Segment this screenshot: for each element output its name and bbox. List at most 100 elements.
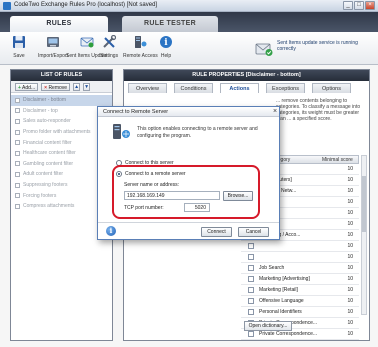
- category-score[interactable]: 10: [337, 232, 353, 238]
- remove-rule-button[interactable]: × Remove: [41, 82, 71, 91]
- move-up-button[interactable]: ▲: [73, 82, 81, 91]
- floppy-disk-icon: [13, 36, 25, 48]
- category-score[interactable]: 10: [337, 177, 353, 183]
- scrollbar-thumb[interactable]: [362, 176, 366, 232]
- category-checkbox[interactable]: [248, 298, 254, 304]
- rule-checkbox[interactable]: [15, 108, 20, 114]
- settings-label: Settings: [100, 53, 119, 59]
- table-row[interactable]: 10: [241, 252, 359, 263]
- browse-button[interactable]: Browse...: [223, 191, 253, 201]
- settings-button[interactable]: Settings: [100, 35, 118, 59]
- category-score[interactable]: 10: [337, 254, 353, 260]
- remote-access-label: Remote Access: [123, 53, 158, 59]
- rule-checkbox[interactable]: [15, 161, 20, 167]
- connect-remote-server-option[interactable]: Connect to a remote server: [116, 170, 186, 178]
- rules-toolbar: + Add... × Remove ▲ ▼: [11, 81, 112, 93]
- table-row[interactable]: Offensive Language 10: [241, 296, 359, 307]
- rule-checkbox[interactable]: [15, 97, 20, 103]
- tab-rules[interactable]: RULES: [10, 16, 108, 32]
- category-checkbox[interactable]: [248, 254, 254, 260]
- rule-item[interactable]: Disclaimer - bottom: [11, 95, 112, 106]
- category-name: Personal Identifiers: [259, 309, 302, 315]
- table-row[interactable]: Marketing [Advertising] 10: [241, 274, 359, 285]
- rule-checkbox[interactable]: [15, 203, 20, 209]
- app-icon: [3, 2, 11, 10]
- tab-actions[interactable]: Actions: [220, 83, 259, 93]
- tab-overview[interactable]: Overview: [128, 83, 167, 93]
- rule-checkbox[interactable]: [15, 140, 20, 146]
- category-scrollbar[interactable]: [361, 155, 367, 315]
- rule-checkbox[interactable]: [15, 193, 20, 199]
- category-checkbox[interactable]: [248, 243, 254, 249]
- category-score[interactable]: 10: [337, 221, 353, 227]
- table-row[interactable]: Job Search 10: [241, 263, 359, 274]
- add-rule-button[interactable]: + Add...: [15, 82, 39, 91]
- server-address-input[interactable]: [124, 191, 220, 200]
- open-dictionary-button[interactable]: Open dictionary...: [244, 321, 292, 331]
- category-score[interactable]: 10: [337, 287, 353, 293]
- help-button[interactable]: i Help: [159, 35, 173, 59]
- category-name: Marketing [Advertising]: [259, 276, 310, 282]
- category-score[interactable]: 10: [337, 265, 353, 271]
- category-checkbox[interactable]: [248, 276, 254, 282]
- tab-exceptions[interactable]: Exceptions: [266, 83, 305, 93]
- category-score[interactable]: 10: [337, 298, 353, 304]
- minimize-button[interactable]: _: [343, 1, 353, 10]
- tab-options[interactable]: Options: [312, 83, 351, 93]
- tcp-port-label: TCP port number:: [124, 205, 164, 211]
- close-window-button[interactable]: ×: [365, 1, 375, 10]
- import-export-button[interactable]: Import/Export: [38, 35, 68, 59]
- category-score[interactable]: 10: [337, 309, 353, 315]
- rule-checkbox[interactable]: [15, 118, 20, 124]
- dialog-intro: This option enables connecting to a remo…: [137, 126, 258, 139]
- category-score[interactable]: 10: [337, 199, 353, 205]
- tcp-port-input[interactable]: [184, 203, 210, 212]
- category-score[interactable]: 10: [337, 166, 353, 172]
- category-checkbox[interactable]: [248, 265, 254, 271]
- rule-checkbox[interactable]: [15, 182, 20, 188]
- table-row[interactable]: Personal Identifiers 10: [241, 307, 359, 318]
- arrow-down-icon: ▼: [84, 83, 90, 90]
- dialog-title-bar: Connect to Remote Server ×: [98, 107, 279, 117]
- category-score[interactable]: 10: [337, 243, 353, 249]
- rule-label: Healthcare content filter: [23, 150, 76, 157]
- category-name: Job Search: [259, 265, 285, 271]
- add-rule-label: Add...: [22, 84, 36, 91]
- rule-label: Promo folder with attachments: [23, 129, 91, 136]
- category-checkbox[interactable]: [248, 309, 254, 315]
- tab-conditions[interactable]: Conditions: [174, 83, 213, 93]
- save-button[interactable]: Save: [12, 35, 26, 59]
- plus-icon: +: [18, 84, 21, 91]
- remove-rule-label: Remove: [48, 84, 68, 91]
- category-score[interactable]: 10: [337, 210, 353, 216]
- tab-rule-tester[interactable]: RULE TESTER: [122, 16, 218, 32]
- save-label: Save: [13, 53, 25, 59]
- category-score[interactable]: 10: [337, 320, 353, 326]
- rule-label: Gambling content filter: [23, 160, 74, 167]
- radio-remote-server[interactable]: [116, 171, 122, 177]
- maximize-button[interactable]: □: [354, 1, 364, 10]
- category-checkbox[interactable]: [248, 331, 254, 337]
- rule-checkbox[interactable]: [15, 129, 20, 135]
- cancel-button[interactable]: Cancel: [238, 227, 269, 237]
- import-export-label: Import/Export: [38, 53, 69, 59]
- category-score[interactable]: 10: [337, 276, 353, 282]
- rule-checkbox[interactable]: [15, 150, 20, 156]
- rule-label: Disclaimer - bottom: [23, 97, 67, 104]
- rule-label: Compress attachments: [23, 203, 75, 210]
- info-icon[interactable]: i: [106, 226, 116, 236]
- connect-button[interactable]: Connect: [201, 227, 232, 237]
- score-column-header[interactable]: Minimal score: [322, 157, 353, 163]
- table-row[interactable]: Marketing [Retail] 10: [241, 285, 359, 296]
- rule-checkbox[interactable]: [15, 171, 20, 177]
- dialog-close-button[interactable]: ×: [271, 108, 279, 116]
- category-score[interactable]: 10: [337, 331, 353, 337]
- remote-server-label: Connect to a remote server: [125, 171, 186, 177]
- help-label: Help: [160, 53, 172, 59]
- remote-access-button[interactable]: Remote Access: [123, 35, 158, 59]
- move-down-button[interactable]: ▼: [83, 82, 91, 91]
- category-name: Private Correspondence...: [259, 331, 318, 337]
- table-row[interactable]: 10: [241, 241, 359, 252]
- category-score[interactable]: 10: [337, 188, 353, 194]
- category-checkbox[interactable]: [248, 287, 254, 293]
